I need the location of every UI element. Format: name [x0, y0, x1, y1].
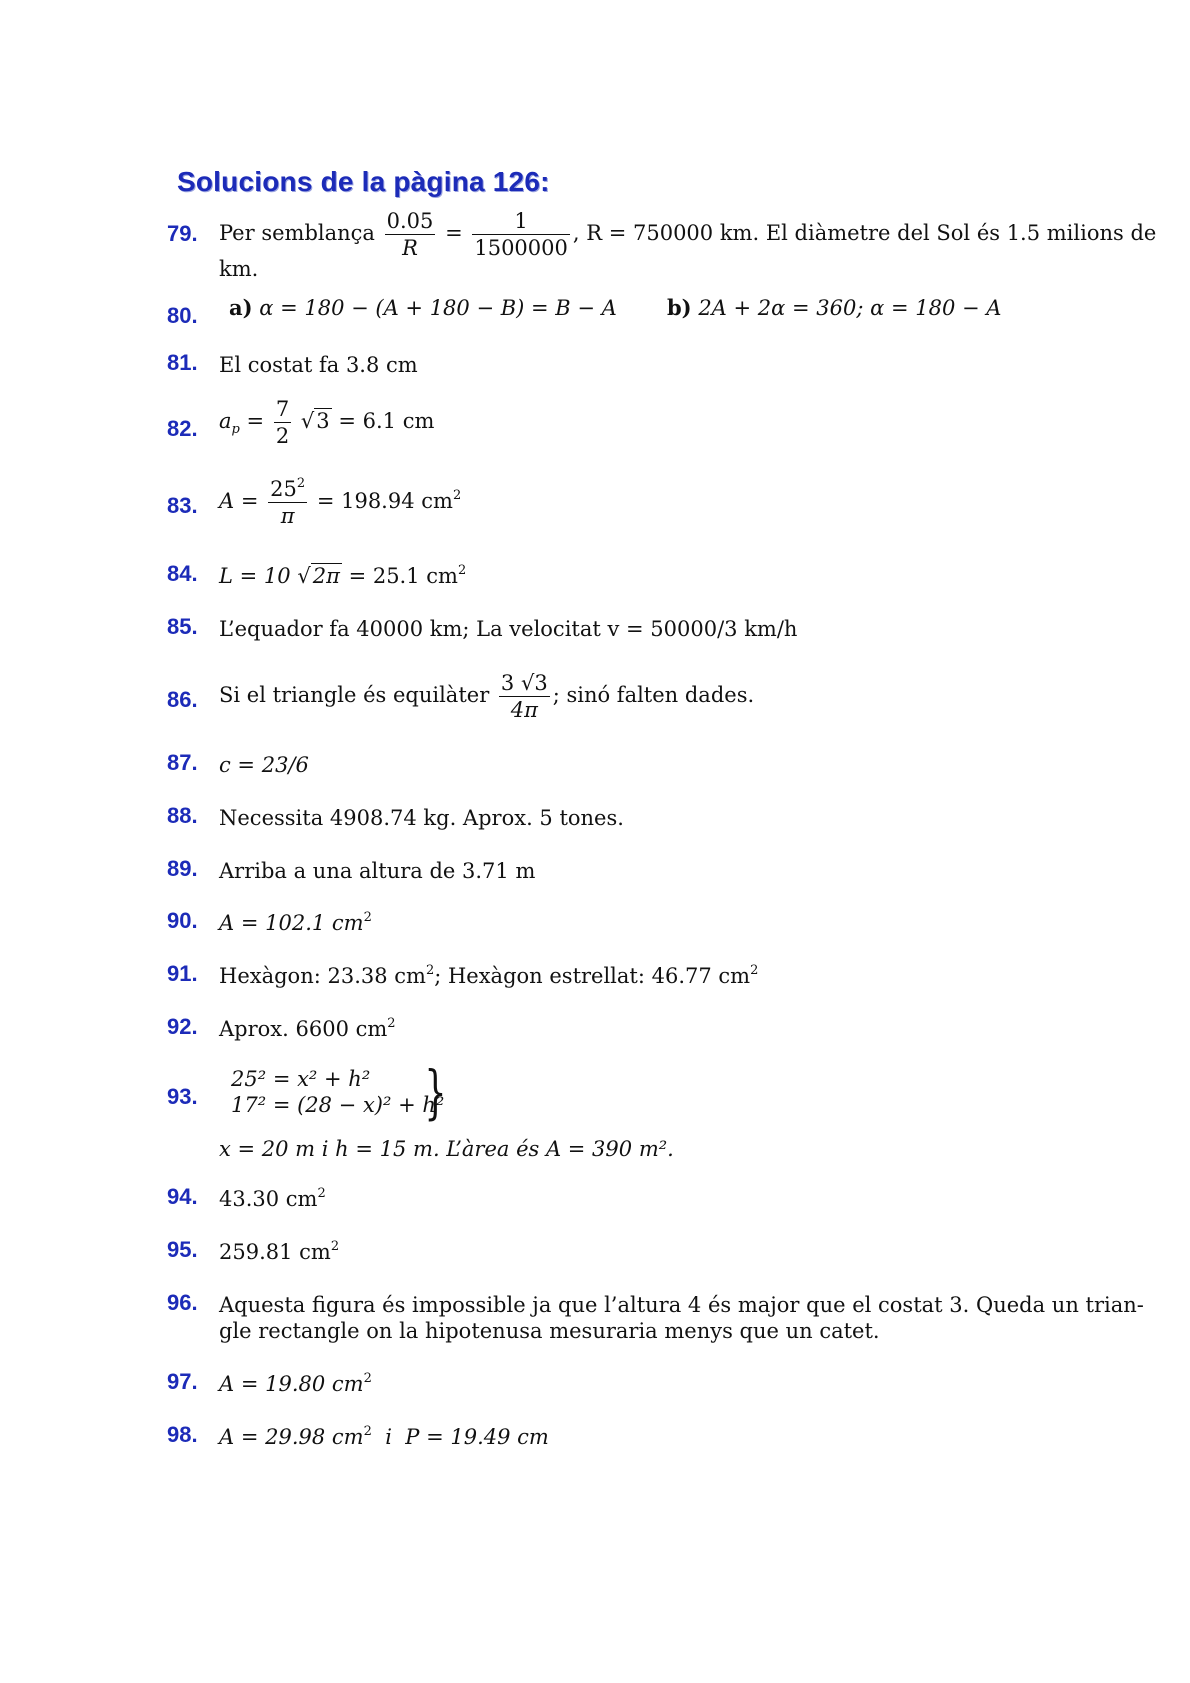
item-number: 97. [167, 1369, 198, 1394]
item-number: 81. [167, 350, 198, 375]
superscript: 2 [363, 1371, 372, 1386]
text: El costat fa 3.8 cm [219, 353, 418, 377]
item-number: 89. [167, 856, 198, 881]
text: = 25.1 cm [348, 564, 458, 588]
item-number: 84. [167, 561, 198, 586]
text: gle rectangle on la hipotenusa mesuraria… [219, 1319, 880, 1343]
page-title: Solucions de la pàgina 126: [177, 166, 550, 197]
text: 259.81 cm [219, 1240, 331, 1264]
item-number: 88. [167, 803, 198, 828]
item-number: 92. [167, 1014, 198, 1039]
text: A = [219, 489, 259, 513]
part-label: a) [229, 295, 253, 320]
item-number: 98. [167, 1422, 198, 1447]
item-number: 79. [167, 221, 198, 246]
text: L’equador fa 40000 km; La velocitat v = … [219, 617, 798, 641]
text: = [246, 409, 265, 433]
text: , R = 750000 km. El diàmetre del Sol és … [572, 221, 1157, 245]
text: Aprox. 6600 cm [219, 1017, 388, 1041]
subscript: p [231, 422, 240, 437]
superscript: 2 [363, 910, 372, 925]
item-number: 95. [167, 1237, 198, 1262]
text: α = 180 − (A + 180 − B) = B − A [259, 296, 617, 320]
text: ; sinó falten dades. [552, 683, 755, 707]
text: = 198.94 cm [316, 489, 453, 513]
equation-line: 17² = (28 − x)² + h² [231, 1093, 445, 1117]
text: 2A + 2α = 360; α = 180 − A [698, 296, 1002, 320]
item-number: 85. [167, 614, 198, 639]
superscript: 2 [425, 963, 435, 978]
text: Arriba a una altura de 3.71 m [219, 859, 536, 883]
fraction: 72 [273, 397, 292, 448]
item-number: 86. [167, 687, 198, 712]
brace-symbol: } [424, 1058, 447, 1126]
item-number: 82. [167, 416, 198, 441]
superscript: 2 [363, 1424, 372, 1439]
item-number: 91. [167, 961, 198, 986]
item-number: 96. [167, 1290, 198, 1315]
text: km. [219, 257, 259, 281]
fraction: 252 π [268, 476, 308, 528]
part-label: b) [667, 295, 692, 320]
text: Necessita 4908.74 kg. Aprox. 5 tones. [219, 806, 624, 830]
text: Hexàgon: 23.38 cm [219, 964, 426, 988]
text: ; Hexàgon estrellat: 46.77 cm [434, 964, 751, 988]
superscript: 2 [452, 488, 462, 503]
text: A = 102.1 cm [219, 911, 364, 935]
text: A = 19.80 cm [219, 1372, 364, 1396]
document-page: Solucions de la pàgina 126: 79. Per semb… [0, 0, 1190, 1683]
fraction: 1 1500000 [472, 209, 570, 260]
fraction: 0.05 R [384, 209, 436, 260]
superscript: 2 [750, 963, 759, 978]
item-number: 80. [167, 303, 198, 328]
text: a [219, 409, 232, 433]
item-number: 93. [167, 1084, 198, 1109]
text: 43.30 cm [219, 1187, 318, 1211]
text: L = 10 [219, 564, 291, 588]
item-number: 87. [167, 750, 198, 775]
equation-line: 25² = x² + h² [231, 1067, 371, 1091]
fraction: 3 √3 4π [498, 671, 550, 722]
solution-text: Per semblança 0.05 R = 1 1500000, R = 7500… [219, 209, 1157, 260]
superscript: 2 [317, 1186, 326, 1201]
text: Si el triangle és equilàter [219, 683, 490, 707]
item-number: 94. [167, 1184, 198, 1209]
item-number: 83. [167, 493, 198, 518]
sqrt-symbol: √2π [297, 563, 342, 588]
text: x = 20 m i h = 15 m. L’àrea és A = 390 m… [219, 1137, 674, 1161]
superscript: 2 [457, 563, 467, 578]
text: i P = 19.49 cm [371, 1425, 549, 1449]
item-number: 90. [167, 908, 198, 933]
superscript: 2 [330, 1239, 340, 1254]
text: A = 29.98 cm [219, 1425, 364, 1449]
text: Per semblança [219, 221, 375, 245]
text: c = 23/6 [219, 753, 309, 777]
superscript: 2 [387, 1016, 396, 1031]
text: Aquesta figura és impossible ja que l’al… [219, 1293, 1144, 1317]
text: = 6.1 cm [338, 409, 435, 433]
sqrt-symbol: √3 [300, 408, 332, 433]
